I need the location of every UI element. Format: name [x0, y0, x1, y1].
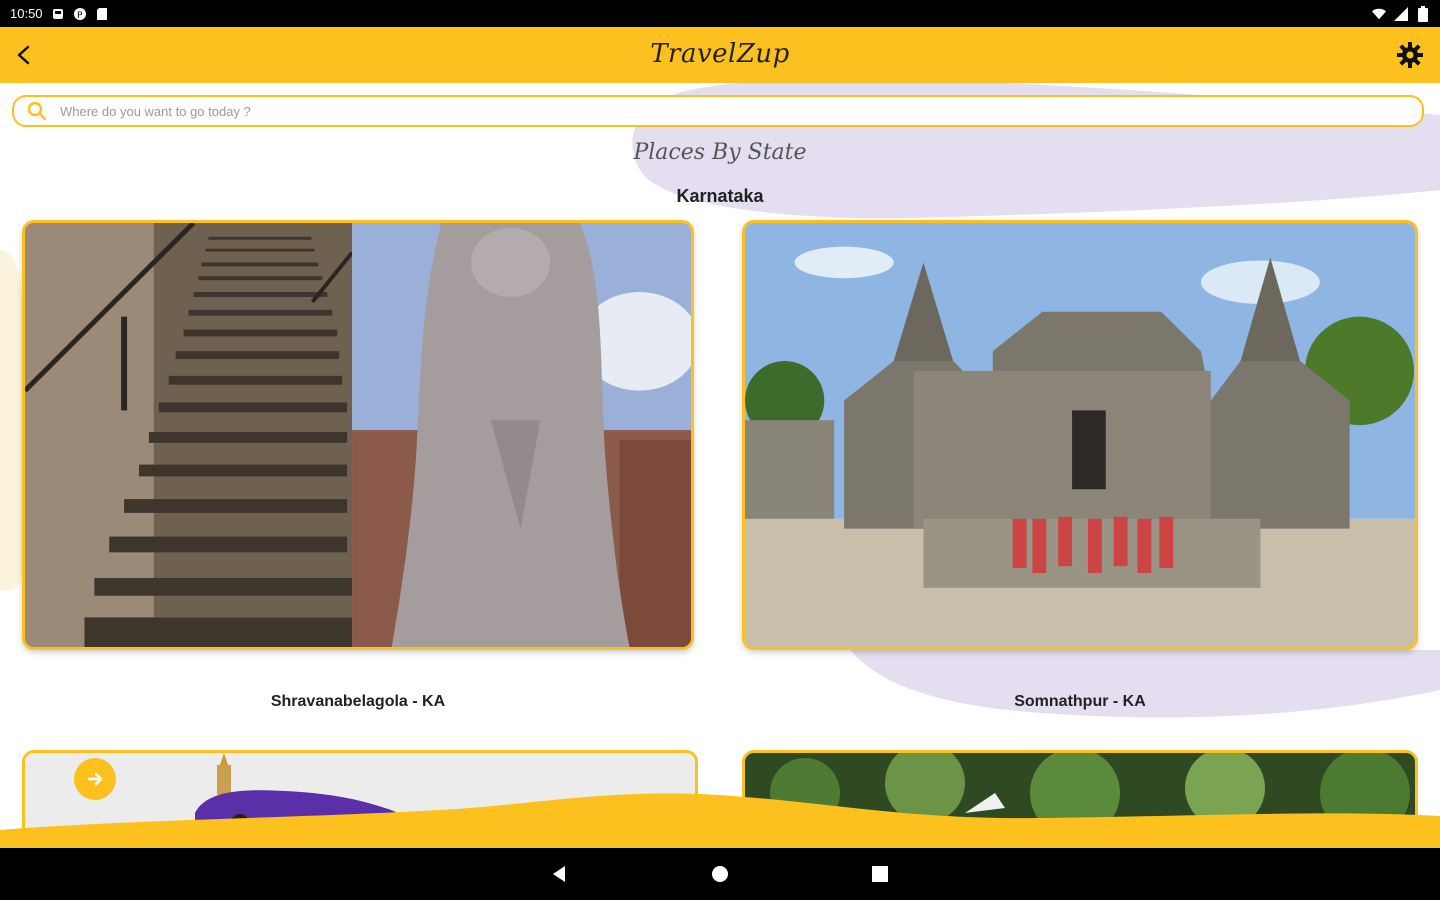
home-circle-icon: [712, 866, 728, 882]
battery-icon: [1416, 5, 1430, 22]
signal-icon: [1394, 6, 1408, 21]
nav-home-button[interactable]: [700, 854, 740, 894]
wifi-icon: [1372, 7, 1386, 21]
place-card-somnathpur[interactable]: [742, 220, 1418, 650]
search-bar[interactable]: [12, 95, 1424, 127]
settings-button[interactable]: [1390, 35, 1430, 75]
place-label: Somnathpur - KA: [1014, 693, 1146, 710]
app-title: TravelZup: [650, 39, 790, 69]
search-input[interactable]: [58, 102, 1422, 120]
place-label: Shravanabelagola - KA: [270, 693, 446, 710]
sd-card-icon: [95, 7, 109, 21]
place-image: [745, 223, 1415, 647]
section-title: Places By State: [633, 140, 807, 165]
recents-square-icon: [872, 866, 888, 882]
svg-text:P: P: [77, 11, 83, 21]
nav-back-button[interactable]: [540, 854, 580, 894]
app-bar: TravelZup: [0, 27, 1440, 83]
status-bar: 10:50 P: [0, 0, 1440, 27]
app-icon: P: [73, 7, 87, 21]
system-nav-bar: [0, 848, 1440, 900]
back-triangle-icon: [553, 866, 565, 882]
search-icon: [26, 100, 48, 122]
bottom-wave-decoration: [0, 793, 1440, 848]
place-card-shravanabelagola[interactable]: [22, 220, 694, 650]
notification-icon: [51, 7, 65, 21]
place-image: [25, 223, 691, 647]
gear-icon: [1397, 42, 1423, 68]
nav-recents-button[interactable]: [860, 854, 900, 894]
status-time: 10:50: [10, 6, 43, 21]
state-name: Karnataka: [676, 186, 764, 206]
